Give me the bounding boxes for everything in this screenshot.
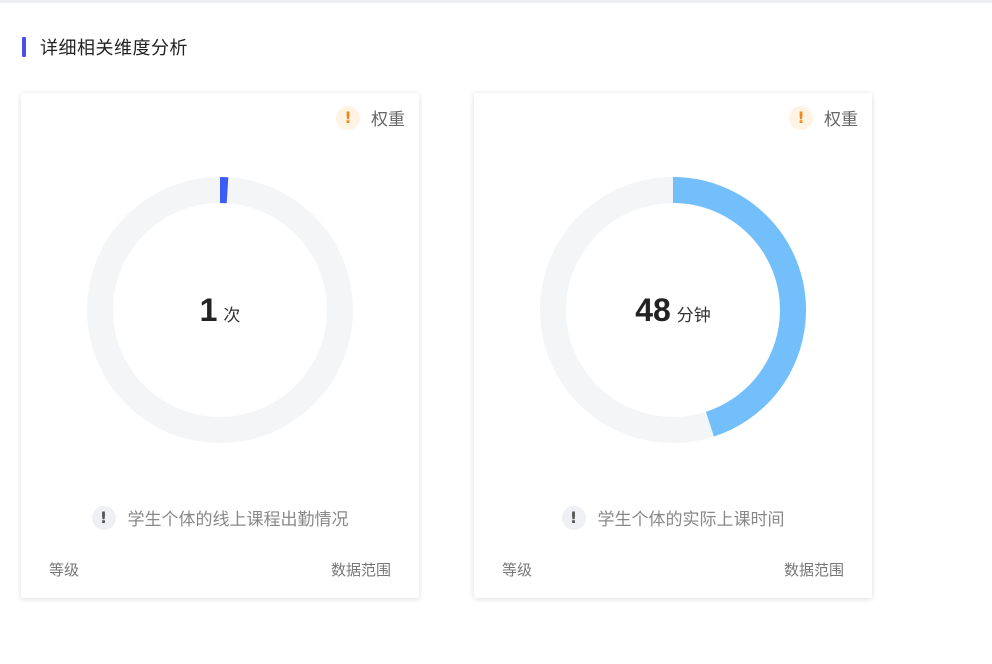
donut-center: 1 次 [87, 177, 353, 443]
metric-unit: 次 [223, 305, 241, 326]
data-range-link[interactable]: 数据范围 [331, 559, 391, 580]
weight-button[interactable]: ! 权重 [789, 105, 858, 130]
metric-value: 48 [635, 291, 671, 328]
info-icon: ! [561, 505, 586, 530]
info-icon: ! [91, 505, 116, 530]
donut-chart: 1 次 [87, 177, 353, 443]
weight-label: 权重 [824, 110, 858, 130]
description-text: 学生个体的线上课程出勤情况 [127, 510, 349, 530]
card-footer: 等级 数据范围 [502, 559, 844, 580]
exclamation-icon: ! [789, 105, 813, 130]
metric-unit: 分钟 [676, 305, 711, 326]
description-text: 学生个体的实际上课时间 [597, 510, 785, 530]
metric-value: 1 [199, 291, 218, 328]
data-range-link[interactable]: 数据范围 [784, 559, 844, 580]
weight-label: 权重 [371, 110, 405, 130]
section-header: 详细相关维度分析 [22, 36, 188, 59]
level-link[interactable]: 等级 [502, 559, 532, 580]
donut-chart: 48 分钟 [540, 177, 806, 443]
metric-description: ! 学生个体的实际上课时间 [474, 505, 872, 530]
section-accent-bar [22, 37, 26, 57]
weight-button[interactable]: ! 权重 [336, 105, 405, 130]
exclamation-icon: ! [336, 105, 360, 130]
donut-center: 48 分钟 [540, 177, 806, 443]
top-divider [0, 0, 992, 3]
metric-card-attendance: ! 权重 1 次 ! 学生个体的线上课程出勤情况 等级 数据范围 [21, 93, 419, 598]
metric-description: ! 学生个体的线上课程出勤情况 [21, 505, 419, 530]
section-title: 详细相关维度分析 [40, 38, 188, 59]
card-footer: 等级 数据范围 [49, 559, 391, 580]
level-link[interactable]: 等级 [49, 559, 79, 580]
metric-card-class-time: ! 权重 48 分钟 ! 学生个体的实际上课时间 等级 数据范围 [474, 93, 872, 598]
